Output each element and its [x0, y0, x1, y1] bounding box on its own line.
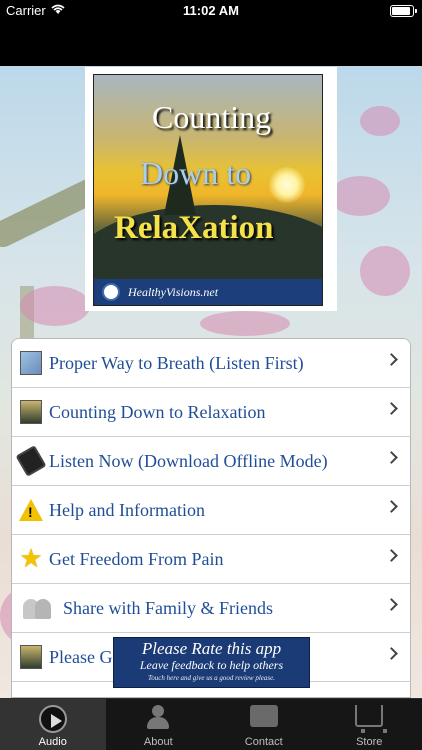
chevron-right-icon	[385, 598, 398, 611]
menu-item-freedom-from-pain[interactable]: ★ Get Freedom From Pain	[12, 535, 410, 584]
clock: 11:02 AM	[183, 3, 239, 18]
menu-item-label: Proper Way to Breath (Listen First)	[49, 352, 304, 373]
album-title-line1: Counting	[152, 99, 272, 135]
menu-item-label: Please G	[49, 646, 113, 667]
cart-icon	[355, 705, 388, 733]
tab-contact[interactable]: Contact	[211, 699, 317, 750]
album-thumbnail-icon	[18, 399, 44, 425]
menu-item-label: Counting Down to Relaxation	[49, 401, 266, 422]
healthy-visions-logo-icon	[102, 283, 120, 301]
profile-icon	[143, 705, 173, 729]
tab-label: About	[143, 736, 173, 748]
tab-audio[interactable]: Audio	[0, 699, 106, 750]
chevron-right-icon	[385, 500, 398, 513]
battery-icon	[390, 5, 417, 17]
phone-icon	[15, 445, 47, 477]
breathing-thumbnail-icon	[18, 350, 44, 376]
menu-item-label: Get Freedom From Pain	[49, 548, 224, 569]
tab-label: Store	[356, 736, 383, 748]
menu-item-help[interactable]: Help and Information	[12, 486, 410, 535]
album-footer: HealthyVisions.net	[94, 279, 322, 305]
play-icon	[38, 705, 67, 733]
tab-label: Audio	[38, 736, 67, 748]
people-icon	[18, 595, 58, 621]
tab-store[interactable]: Store	[317, 699, 422, 750]
album-footer-text: HealthyVisions.net	[128, 284, 219, 299]
chevron-right-icon	[385, 353, 398, 366]
menu-item-share[interactable]: Share with Family & Friends	[12, 584, 410, 633]
menu-item-label: Share with Family & Friends	[63, 597, 273, 618]
menu-item-label: Listen Now (Download Offline Mode)	[49, 450, 328, 471]
rate-banner-subtitle: Leave feedback to help others	[139, 658, 284, 672]
star-icon: ★	[19, 544, 43, 573]
menu-item-breath[interactable]: Proper Way to Breath (Listen First)	[12, 339, 410, 388]
chevron-right-icon	[385, 451, 398, 464]
chevron-right-icon	[385, 402, 398, 415]
tab-bar: Audio About Contact Store	[0, 698, 422, 750]
warning-icon	[18, 497, 44, 523]
status-bar: Carrier 11:02 AM	[0, 0, 422, 22]
album-title-line2: Down to	[140, 155, 252, 191]
navigation-bar	[0, 22, 422, 66]
album-artwork: Counting Down to RelaXation HealthyVisio…	[93, 74, 323, 306]
rate-app-banner[interactable]: Please Rate this app Leave feedback to h…	[113, 637, 310, 688]
chevron-right-icon	[385, 549, 398, 562]
tab-about[interactable]: About	[106, 699, 212, 750]
contact-card-icon	[249, 705, 278, 727]
menu-item-label: Help and Information	[49, 499, 205, 520]
chevron-right-icon	[385, 647, 398, 660]
tab-label: Contact	[244, 736, 283, 748]
album-thumbnail-icon	[18, 644, 44, 670]
album-title-line3: RelaXation	[114, 210, 274, 246]
album-cover: Counting Down to RelaXation HealthyVisio…	[85, 67, 337, 311]
rate-banner-title: Please Rate this app	[141, 639, 282, 658]
rate-banner-fine-print: Touch here and give us a good review ple…	[148, 674, 275, 682]
menu-item-listen-now[interactable]: Listen Now (Download Offline Mode)	[12, 437, 410, 486]
menu-item-counting-down[interactable]: Counting Down to Relaxation	[12, 388, 410, 437]
